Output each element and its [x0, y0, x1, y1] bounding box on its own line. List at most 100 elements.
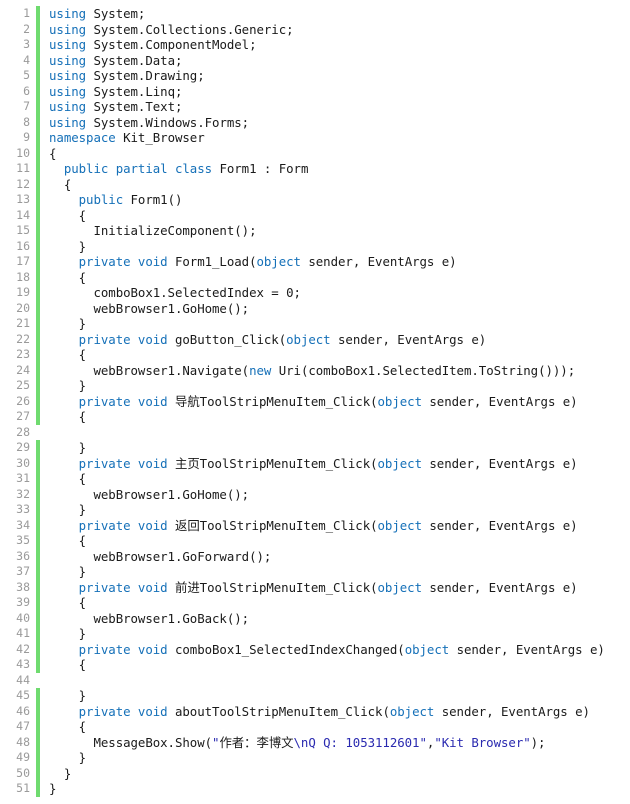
code-line-text[interactable]: private void comboBox1_SelectedIndexChan…	[40, 642, 630, 658]
code-line[interactable]: 42 private void comboBox1_SelectedIndexC…	[0, 641, 630, 658]
code-line-text[interactable]: private void 前进ToolStripMenuItem_Click(o…	[40, 580, 630, 596]
code-line[interactable]: 38 private void 前进ToolStripMenuItem_Clic…	[0, 579, 630, 596]
code-line[interactable]: 40 webBrowser1.GoBack();	[0, 610, 630, 627]
code-line-text[interactable]: MessageBox.Show("作者：李博文\nQ Q: 1053112601…	[40, 735, 630, 751]
code-line[interactable]: 3 using System.ComponentModel;	[0, 37, 630, 53]
code-line-text[interactable]: webBrowser1.Navigate(new Uri(comboBox1.S…	[40, 363, 630, 379]
code-line[interactable]: 25 }	[0, 378, 630, 394]
code-line-text[interactable]: }	[40, 688, 630, 704]
code-line[interactable]: 34 private void 返回ToolStripMenuItem_Clic…	[0, 517, 630, 533]
code-line-text[interactable]: {	[40, 471, 630, 487]
code-line-text[interactable]: {	[40, 208, 630, 224]
code-line[interactable]: 31 {	[0, 471, 630, 487]
code-line-text[interactable]: using System.Linq;	[40, 84, 630, 100]
code-line-text[interactable]: }	[40, 626, 630, 642]
code-line[interactable]: 16 }	[0, 238, 630, 255]
code-line[interactable]: 7 using System.Text;	[0, 99, 630, 115]
code-line[interactable]: 49 }	[0, 750, 630, 766]
code-line-text[interactable]: {	[40, 533, 630, 549]
code-line[interactable]: 47 {	[0, 719, 630, 735]
code-line[interactable]: 20 webBrowser1.GoHome();	[0, 300, 630, 317]
code-line-text[interactable]: {	[40, 270, 630, 286]
code-editor[interactable]: 1 using System; 2 using System.Collections.…	[0, 0, 630, 804]
code-line[interactable]: 27 {	[0, 409, 630, 425]
code-line-text[interactable]: }	[40, 378, 630, 394]
code-line[interactable]: 30 private void 主页ToolStripMenuItem_Clic…	[0, 455, 630, 472]
code-line-text[interactable]: using System;	[40, 6, 630, 22]
code-line-text[interactable]: private void aboutToolStripMenuItem_Clic…	[40, 704, 630, 720]
code-line[interactable]: 10 {	[0, 145, 630, 162]
code-line[interactable]: 24 webBrowser1.Navigate(new Uri(comboBox…	[0, 362, 630, 379]
code-line[interactable]: 35 {	[0, 533, 630, 549]
code-line-text[interactable]: using System.Collections.Generic;	[40, 22, 630, 38]
code-line-text[interactable]: {	[40, 595, 630, 611]
code-line-text[interactable]: private void 导航ToolStripMenuItem_Click(o…	[40, 394, 630, 410]
code-line-text[interactable]: }	[40, 239, 630, 255]
code-line[interactable]: 6 using System.Linq;	[0, 83, 630, 100]
code-line[interactable]: 11 public partial class Form1 : Form	[0, 161, 630, 177]
code-line[interactable]: 26 private void 导航ToolStripMenuItem_Clic…	[0, 393, 630, 410]
code-line-text[interactable]: webBrowser1.GoHome();	[40, 487, 630, 503]
code-line-text[interactable]: using System.Data;	[40, 53, 630, 69]
code-line[interactable]: 23 {	[0, 347, 630, 363]
code-line-text[interactable]: {	[40, 146, 630, 162]
code-line[interactable]: 51}	[0, 781, 630, 797]
code-line-text[interactable]: }	[40, 440, 630, 456]
code-line[interactable]: 13 public Form1()	[0, 192, 630, 208]
code-line[interactable]: 2 using System.Collections.Generic;	[0, 21, 630, 38]
code-line-text[interactable]: using System.ComponentModel;	[40, 37, 630, 53]
code-line[interactable]: 36 webBrowser1.GoForward();	[0, 548, 630, 565]
code-line-text[interactable]: }	[40, 766, 630, 782]
code-line-text[interactable]: {	[40, 409, 630, 425]
code-line-text[interactable]: namespace Kit_Browser	[40, 130, 630, 146]
code-line-text[interactable]: InitializeComponent();	[40, 223, 630, 239]
code-line-text[interactable]: public Form1()	[40, 192, 630, 208]
code-line[interactable]: 45 }	[0, 688, 630, 704]
code-line-text[interactable]: private void Form1_Load(object sender, E…	[40, 254, 630, 270]
code-line-text[interactable]: webBrowser1.GoForward();	[40, 549, 630, 565]
code-line[interactable]: 5 using System.Drawing;	[0, 68, 630, 84]
code-line-text[interactable]: }	[40, 502, 630, 518]
code-line[interactable]: 33 }	[0, 502, 630, 518]
code-line[interactable]: 37 }	[0, 564, 630, 580]
code-line-text[interactable]: webBrowser1.GoHome();	[40, 301, 630, 317]
code-line-text[interactable]: }	[40, 564, 630, 580]
code-line[interactable]: 22 private void goButton_Click(object se…	[0, 331, 630, 348]
code-line-text[interactable]: }	[40, 316, 630, 332]
code-line[interactable]: 19 comboBox1.SelectedIndex = 0;	[0, 285, 630, 301]
code-line[interactable]: 50 }	[0, 765, 630, 782]
code-line[interactable]: 17 private void Form1_Load(object sender…	[0, 254, 630, 270]
code-line[interactable]: 14 {	[0, 207, 630, 224]
code-line-text[interactable]	[40, 673, 630, 689]
code-line[interactable]: 32 webBrowser1.GoHome();	[0, 486, 630, 503]
code-line-text[interactable]: using System.Windows.Forms;	[40, 115, 630, 131]
code-line[interactable]: 15 InitializeComponent();	[0, 223, 630, 239]
code-line[interactable]: 18 {	[0, 269, 630, 286]
code-line-text[interactable]	[40, 425, 630, 441]
code-line-text[interactable]: {	[40, 719, 630, 735]
code-line-text[interactable]: private void goButton_Click(object sende…	[40, 332, 630, 348]
code-line[interactable]: 41 }	[0, 626, 630, 642]
code-line[interactable]: 12 {	[0, 176, 630, 193]
code-line-text[interactable]: webBrowser1.GoBack();	[40, 611, 630, 627]
code-line[interactable]: 8 using System.Windows.Forms;	[0, 114, 630, 131]
code-line[interactable]: 28	[0, 425, 630, 441]
code-line-text[interactable]: using System.Text;	[40, 99, 630, 115]
code-line[interactable]: 48 MessageBox.Show("作者：李博文\nQ Q: 1053112…	[0, 734, 630, 751]
code-line[interactable]: 21 }	[0, 316, 630, 332]
code-line[interactable]: 44	[0, 673, 630, 689]
code-line-text[interactable]: private void 主页ToolStripMenuItem_Click(o…	[40, 456, 630, 472]
code-line-text[interactable]: {	[40, 177, 630, 193]
code-line[interactable]: 1 using System;	[0, 6, 630, 22]
code-line[interactable]: 43 {	[0, 657, 630, 673]
code-line[interactable]: 39 {	[0, 595, 630, 611]
code-line-text[interactable]: public partial class Form1 : Form	[40, 161, 630, 177]
code-line-text[interactable]: comboBox1.SelectedIndex = 0;	[40, 285, 630, 301]
code-line-text[interactable]: }	[40, 750, 630, 766]
code-line[interactable]: 29 }	[0, 440, 630, 456]
code-line-text[interactable]: {	[40, 657, 630, 673]
code-line-text[interactable]: }	[40, 781, 630, 797]
code-line-text[interactable]: using System.Drawing;	[40, 68, 630, 84]
code-line[interactable]: 46 private void aboutToolStripMenuItem_C…	[0, 703, 630, 720]
code-line[interactable]: 9 namespace Kit_Browser	[0, 130, 630, 146]
